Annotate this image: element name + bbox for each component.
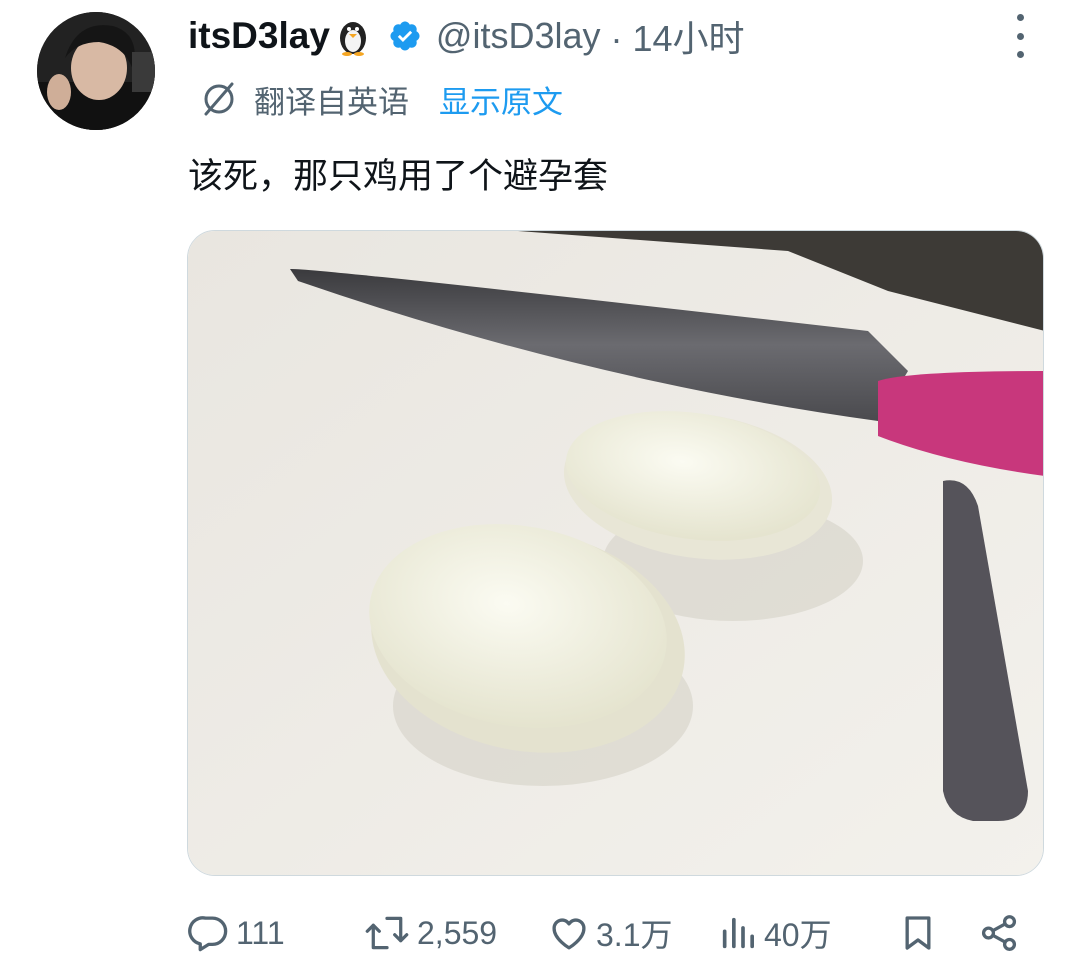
tweet-timestamp[interactable]: · 14小时 <box>611 10 745 62</box>
share-icon <box>981 915 1017 951</box>
views-chart-icon <box>722 917 754 949</box>
verified-badge-icon[interactable] <box>388 19 422 53</box>
bookmark-icon <box>905 916 931 950</box>
tweet-header: itsD3lay @itsD3lay · 14小时 <box>188 10 745 62</box>
avatar-image <box>37 12 155 130</box>
tweet-text: 该死，那只鸡用了个避孕套 <box>188 157 609 197</box>
translated-from-label: 翻译自英语 <box>254 84 409 121</box>
more-options-icon[interactable] <box>1005 14 1035 58</box>
like-button[interactable]: 3.1万 <box>548 905 673 961</box>
reply-button[interactable]: 111 <box>188 905 285 961</box>
author-avatar[interactable] <box>37 12 155 130</box>
author-display-name[interactable]: itsD3lay <box>188 15 330 57</box>
heart-icon <box>552 918 586 950</box>
retweet-button[interactable]: 2,559 <box>363 905 497 961</box>
author-handle[interactable]: @itsD3lay <box>436 15 601 57</box>
views-count: 40万 <box>764 917 832 953</box>
show-original-link[interactable]: 显示原文 <box>439 77 563 122</box>
penguin-icon <box>339 22 366 56</box>
bookmark-button[interactable] <box>898 905 938 961</box>
reply-count: 111 <box>236 914 285 951</box>
photo-egg-halves-icon <box>188 231 1043 875</box>
tweet-media-photo[interactable] <box>187 230 1044 876</box>
share-button[interactable] <box>978 905 1020 961</box>
translation-row: 翻译自英语 显示原文 <box>200 76 563 122</box>
views-button[interactable]: 40万 <box>718 905 832 961</box>
tweet-action-bar: 111 2,559 3.1万 40万 <box>188 905 1028 961</box>
reply-icon <box>188 916 228 952</box>
retweet-icon <box>365 916 409 950</box>
like-count: 3.1万 <box>596 917 673 953</box>
retweet-count: 2,559 <box>417 914 498 951</box>
translate-icon <box>204 82 234 116</box>
